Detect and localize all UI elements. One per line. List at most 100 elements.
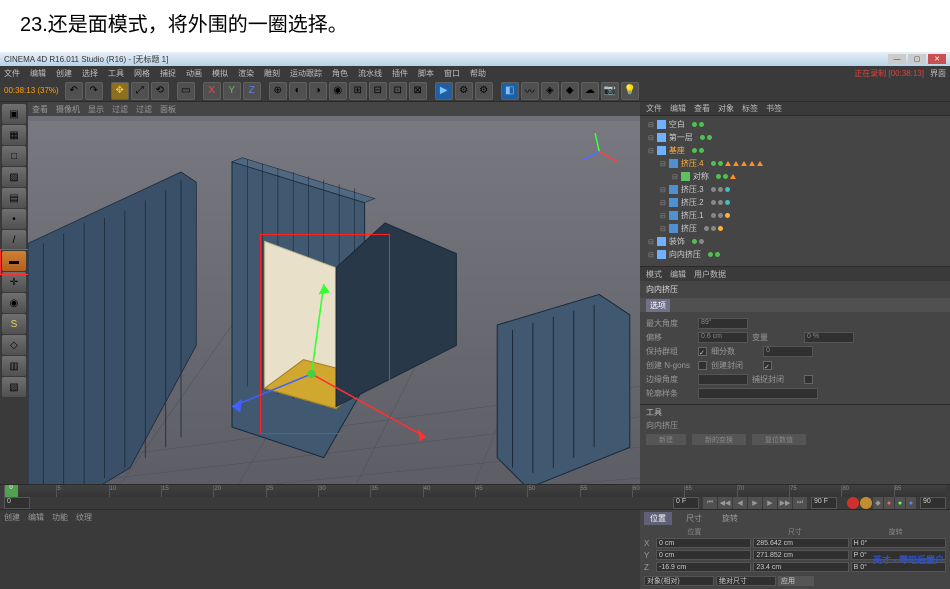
coord-tab[interactable]: 尺寸 (680, 512, 708, 525)
menu-item[interactable]: 选择 (82, 68, 98, 79)
offset-field[interactable]: 0.6 cm (698, 332, 748, 343)
menu-item[interactable]: 文件 (4, 68, 20, 79)
autokey-button[interactable] (860, 497, 872, 509)
tree-row[interactable]: ⊟第一层 (644, 131, 946, 144)
rot-field[interactable]: H 0° (851, 538, 946, 548)
light-button[interactable]: 💡 (621, 82, 639, 100)
undo-button[interactable]: ↶ (65, 82, 83, 100)
viewport[interactable]: 网格间距 : 100 cm 因为不想分离 (28, 116, 640, 534)
axis-button[interactable]: ✛ (2, 272, 26, 292)
texture-mode-button[interactable]: ▨ (2, 167, 26, 187)
tree-row[interactable]: ⊟空白 (644, 118, 946, 131)
edge-snap-checkbox[interactable] (804, 375, 813, 384)
menu-item[interactable]: 雕刻 (264, 68, 280, 79)
menu-item[interactable]: 帮助 (470, 68, 486, 79)
materials-menu[interactable]: 功能 (52, 512, 68, 523)
size-field[interactable]: 285.642 cm (753, 538, 848, 548)
attr-menu[interactable]: 编辑 (670, 269, 686, 280)
snap-toggle-button[interactable]: ◇ (2, 335, 26, 355)
menu-item[interactable]: 编辑 (30, 68, 46, 79)
key-s-button[interactable]: ● (895, 497, 905, 509)
key-r-button[interactable]: ● (906, 497, 916, 509)
toggle-button[interactable]: ◑ (309, 82, 327, 100)
menu-item[interactable]: 插件 (392, 68, 408, 79)
menu-item[interactable]: 渲染 (238, 68, 254, 79)
polygon-mode-button[interactable]: ▬ (2, 251, 26, 271)
materials-menu[interactable]: 创建 (4, 512, 20, 523)
object-tree[interactable]: ⊟空白⊟第一层⊟基座⊟挤压.4⊟对称⊟挤压.3⊟挤压.2⊟挤压.1⊟挤压⊟装饰⊟… (640, 116, 950, 266)
timeline-ruler[interactable]: 0 051015202530354045505560657075808590 (4, 485, 946, 497)
panel-menu[interactable]: 文件 (646, 103, 662, 114)
spline-button[interactable]: 〰 (521, 82, 539, 100)
toggle-button[interactable]: ⊞ (349, 82, 367, 100)
tree-row[interactable]: ⊟向内挤压 (644, 248, 946, 261)
menu-item[interactable]: 流水线 (358, 68, 382, 79)
total-frames-field[interactable]: 90 (920, 497, 946, 509)
layout-dropdown[interactable]: 界面 (930, 68, 946, 79)
size-field[interactable]: 271.852 cm (753, 550, 848, 560)
menu-item[interactable]: 角色 (332, 68, 348, 79)
axis-z-button[interactable]: Z (243, 82, 261, 100)
environment-button[interactable]: ☁ (581, 82, 599, 100)
tweak-button[interactable]: ◉ (2, 293, 26, 313)
minimize-button[interactable]: — (888, 54, 906, 64)
deformer-button[interactable]: ◆ (561, 82, 579, 100)
reset-values-button[interactable]: 复位数值 (752, 434, 806, 445)
panel-menu[interactable]: 书签 (766, 103, 782, 114)
apply-button[interactable]: 应用 (778, 576, 814, 586)
viewport-solo-button[interactable]: S (2, 314, 26, 334)
point-mode-button[interactable]: • (2, 209, 26, 229)
view-menu[interactable]: 摄像机 (56, 104, 80, 115)
edge-mode-button[interactable]: / (2, 230, 26, 250)
next-frame-button[interactable]: ▶ (763, 497, 777, 509)
maximize-button[interactable]: ▢ (908, 54, 926, 64)
coord-tab[interactable]: 旋转 (716, 512, 744, 525)
key-p-button[interactable]: ● (884, 497, 894, 509)
attr-menu[interactable]: 用户数据 (694, 269, 726, 280)
menu-item[interactable]: 创建 (56, 68, 72, 79)
panel-menu[interactable]: 对象 (718, 103, 734, 114)
tree-row[interactable]: ⊟挤压.3 (644, 183, 946, 196)
view-menu[interactable]: 查看 (32, 104, 48, 115)
next-key-button[interactable]: ▶▶ (778, 497, 792, 509)
render-button[interactable]: ▶ (435, 82, 453, 100)
cube-primitive-button[interactable]: ◧ (501, 82, 519, 100)
menu-item[interactable]: 网格 (134, 68, 150, 79)
close-button[interactable]: ✕ (928, 54, 946, 64)
axis-x-button[interactable]: X (203, 82, 221, 100)
snap-button[interactable]: ⊠ (409, 82, 427, 100)
edge-split-checkbox[interactable] (763, 361, 772, 370)
edge-angle-field[interactable] (698, 374, 748, 385)
prev-key-button[interactable]: ◀◀ (718, 497, 732, 509)
camera-button[interactable]: 📷 (601, 82, 619, 100)
menu-item[interactable]: 模拟 (212, 68, 228, 79)
snap-button[interactable]: ⊡ (389, 82, 407, 100)
view-menu[interactable]: 面板 (160, 104, 176, 115)
tree-row[interactable]: ⊟装饰 (644, 235, 946, 248)
panel-menu[interactable]: 标签 (742, 103, 758, 114)
max-angle-field[interactable]: 89° (698, 318, 748, 329)
coord-tab[interactable]: 位置 (644, 512, 672, 525)
model-mode-button[interactable]: ▦ (2, 125, 26, 145)
render-settings-button[interactable]: ⚙ (455, 82, 473, 100)
key-psr-button[interactable]: ◆ (873, 497, 883, 509)
new-button[interactable]: 新建 (646, 434, 686, 445)
tree-row[interactable]: ⊟挤压.2 (644, 196, 946, 209)
redo-button[interactable]: ↷ (85, 82, 103, 100)
preserve-checkbox[interactable] (698, 347, 707, 356)
menu-item[interactable]: 运动跟踪 (290, 68, 322, 79)
toggle-button[interactable]: ◉ (329, 82, 347, 100)
rotate-tool-button[interactable]: ⟲ (151, 82, 169, 100)
tree-row[interactable]: ⊟基座 (644, 144, 946, 157)
toggle-button[interactable]: ◐ (289, 82, 307, 100)
record-button[interactable] (847, 497, 859, 509)
panel-menu[interactable]: 查看 (694, 103, 710, 114)
start-frame-field[interactable]: 0 (4, 497, 30, 509)
scale-tool-button[interactable]: ⤢ (131, 82, 149, 100)
move-tool-button[interactable]: ✥ (111, 82, 129, 100)
spline-field[interactable] (698, 388, 818, 399)
size-field[interactable]: 23.4 cm (753, 562, 848, 572)
pos-field[interactable]: 0 cm (656, 550, 751, 560)
view-menu[interactable]: 显示 (88, 104, 104, 115)
attr-menu[interactable]: 模式 (646, 269, 662, 280)
